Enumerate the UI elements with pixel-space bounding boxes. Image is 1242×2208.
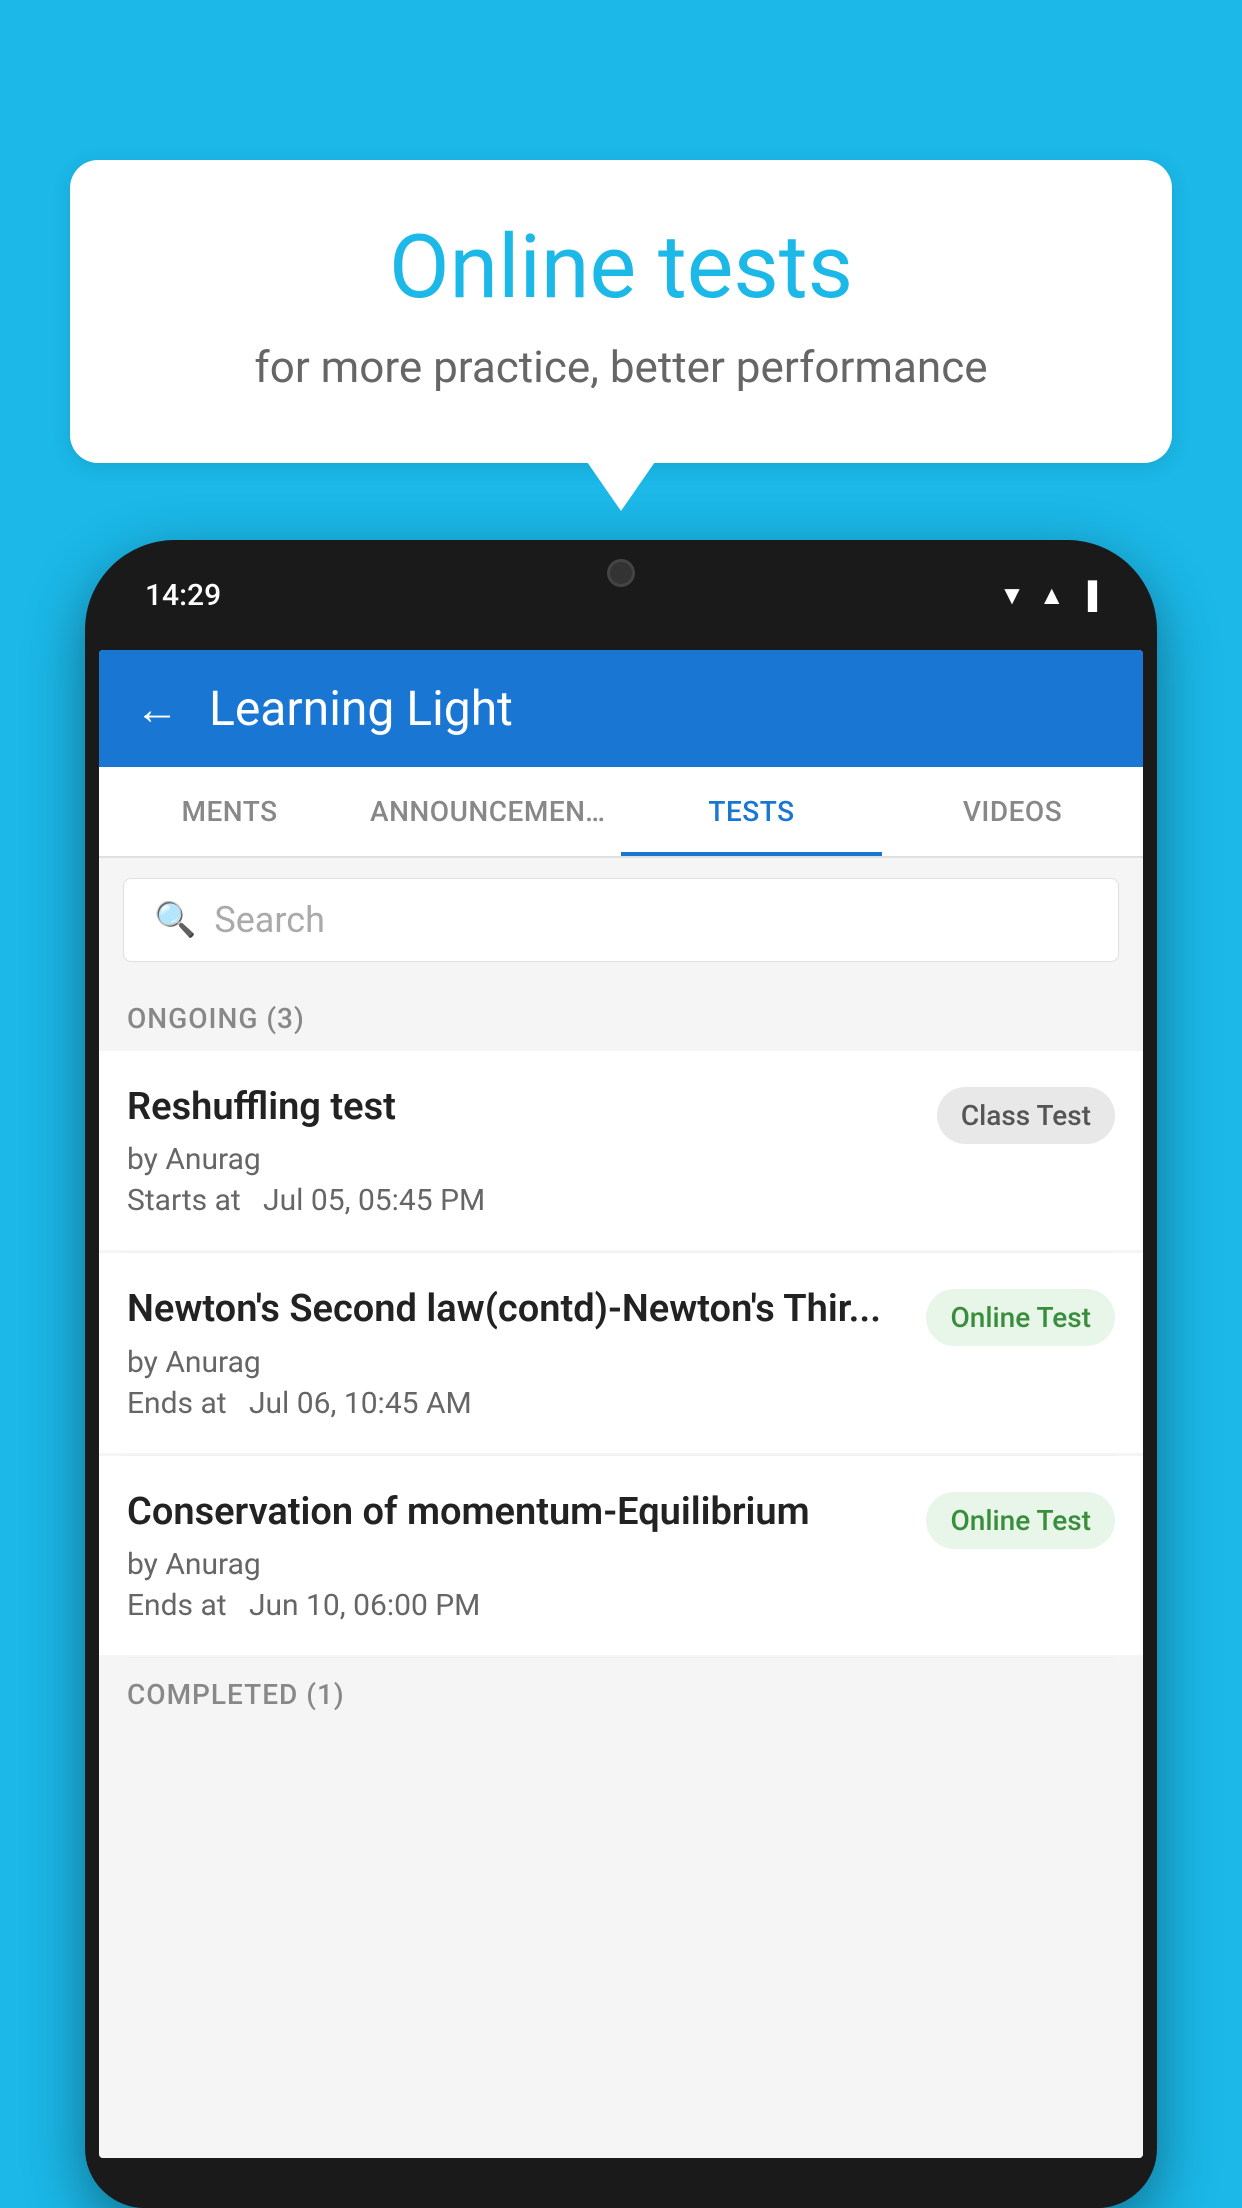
test-badge-conservation: Online Test — [926, 1492, 1115, 1549]
tab-announcements[interactable]: ANNOUNCEMENTS — [360, 767, 621, 856]
content-area: ONGOING (3) Reshuffling test by Anurag S… — [99, 982, 1143, 2158]
phone-notch — [531, 540, 711, 605]
test-author-reshuffling: by Anurag — [127, 1142, 917, 1177]
completed-header: COMPLETED (1) — [99, 1658, 1143, 1721]
test-author-newtons: by Anurag — [127, 1345, 906, 1380]
test-info-conservation: Conservation of momentum-Equilibrium by … — [127, 1488, 906, 1623]
status-icons: ▼ ▲ ▐ — [999, 580, 1097, 611]
test-time-value-conservation: Jun 10, 06:00 PM — [249, 1588, 480, 1623]
test-badge-newtons: Online Test — [926, 1289, 1115, 1346]
app-title: Learning Light — [209, 680, 513, 737]
test-time-newtons: Ends at Jul 06, 10:45 AM — [127, 1386, 906, 1421]
test-card-reshuffling[interactable]: Reshuffling test by Anurag Starts at Jul… — [99, 1051, 1143, 1250]
search-container: 🔍 Search — [99, 858, 1143, 982]
test-card-newtons[interactable]: Newton's Second law(contd)-Newton's Thir… — [99, 1253, 1143, 1452]
test-name-newtons: Newton's Second law(contd)-Newton's Thir… — [127, 1285, 906, 1334]
bubble-subtitle: for more practice, better performance — [150, 341, 1092, 393]
tab-ments[interactable]: MENTS — [99, 767, 360, 856]
test-time-label-conservation: Ends at — [127, 1588, 227, 1623]
phone-frame: 14:29 ▼ ▲ ▐ ← Learning Light MENTS ANNOU… — [85, 540, 1157, 2208]
search-placeholder: Search — [214, 899, 325, 941]
tabs-bar: MENTS ANNOUNCEMENTS TESTS VIDEOS — [99, 767, 1143, 858]
tab-tests[interactable]: TESTS — [621, 767, 882, 856]
bubble-title: Online tests — [150, 220, 1092, 317]
phone-bottom — [85, 2158, 1157, 2208]
status-bar: 14:29 ▼ ▲ ▐ — [85, 540, 1157, 650]
ongoing-header: ONGOING (3) — [99, 982, 1143, 1051]
test-time-reshuffling: Starts at Jul 05, 05:45 PM — [127, 1183, 917, 1218]
battery-icon: ▐ — [1079, 580, 1097, 611]
speech-bubble: Online tests for more practice, better p… — [70, 160, 1172, 463]
back-button[interactable]: ← — [135, 683, 179, 735]
test-time-label-reshuffling: Starts at — [127, 1183, 241, 1218]
phone-screen: ← Learning Light MENTS ANNOUNCEMENTS TES… — [99, 650, 1143, 2158]
test-card-conservation[interactable]: Conservation of momentum-Equilibrium by … — [99, 1456, 1143, 1655]
signal-icon: ▲ — [1039, 580, 1065, 611]
test-info-reshuffling: Reshuffling test by Anurag Starts at Jul… — [127, 1083, 917, 1218]
tab-videos[interactable]: VIDEOS — [882, 767, 1143, 856]
promo-section: Online tests for more practice, better p… — [70, 160, 1172, 463]
test-time-conservation: Ends at Jun 10, 06:00 PM — [127, 1588, 906, 1623]
test-time-label-newtons: Ends at — [127, 1386, 227, 1421]
test-name-reshuffling: Reshuffling test — [127, 1083, 917, 1132]
test-name-conservation: Conservation of momentum-Equilibrium — [127, 1488, 906, 1537]
search-bar[interactable]: 🔍 Search — [123, 878, 1119, 962]
status-time: 14:29 — [145, 578, 221, 613]
test-time-value-newtons: Jul 06, 10:45 AM — [249, 1386, 472, 1421]
test-info-newtons: Newton's Second law(contd)-Newton's Thir… — [127, 1285, 906, 1420]
test-badge-reshuffling: Class Test — [937, 1087, 1115, 1144]
test-author-conservation: by Anurag — [127, 1547, 906, 1582]
test-time-value-reshuffling: Jul 05, 05:45 PM — [263, 1183, 485, 1218]
phone-camera — [607, 559, 635, 587]
search-icon: 🔍 — [154, 900, 196, 940]
wifi-icon: ▼ — [999, 580, 1025, 611]
app-header: ← Learning Light — [99, 650, 1143, 767]
